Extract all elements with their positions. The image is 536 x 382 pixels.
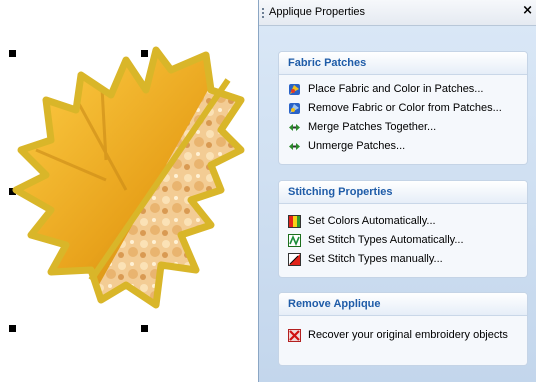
set-stitch-manual-label: Set Stitch Types manually... <box>308 253 443 265</box>
stitch-auto-icon <box>288 234 301 247</box>
color-patch-remove-icon <box>289 103 300 114</box>
set-colors-label: Set Colors Automatically... <box>308 215 436 227</box>
remove-fabric-button[interactable]: Remove Fabric or Color from Patches... <box>288 101 502 117</box>
close-icon[interactable]: × <box>522 3 533 18</box>
set-stitch-auto-button[interactable]: Set Stitch Types Automatically... <box>288 233 464 249</box>
stitch-manual-icon <box>288 253 301 266</box>
unmerge-arrows-icon <box>289 143 300 150</box>
group-title: Remove Applique <box>288 298 381 310</box>
place-fabric-label: Place Fabric and Color in Patches... <box>308 83 484 95</box>
place-fabric-button[interactable]: Place Fabric and Color in Patches... <box>288 82 483 98</box>
group-title: Fabric Patches <box>288 57 367 69</box>
recover-objects-label: Recover your original embroidery objects <box>308 329 508 341</box>
leaf-applique-image[interactable] <box>6 40 256 330</box>
recover-objects-button[interactable]: Recover your original embroidery objects <box>288 328 508 344</box>
drag-grip-icon[interactable] <box>262 8 264 20</box>
group-fabric-patches: Fabric Patches Place Fabric and Color in… <box>279 52 527 164</box>
merge-patches-button[interactable]: Merge Patches Together... <box>288 120 436 136</box>
merge-patches-label: Merge Patches Together... <box>308 121 437 133</box>
set-stitch-manual-button[interactable]: Set Stitch Types manually... <box>288 252 443 268</box>
set-stitch-auto-label: Set Stitch Types Automatically... <box>308 234 464 246</box>
design-canvas[interactable] <box>0 0 258 382</box>
panel-title: Applique Properties <box>269 6 366 18</box>
merge-arrows-icon <box>289 124 300 131</box>
color-patch-icon <box>289 84 300 95</box>
panel-titlebar[interactable]: Applique Properties × <box>259 0 536 26</box>
group-stitching-properties: Stitching Properties Set Colors Automati… <box>279 181 527 277</box>
unmerge-patches-button[interactable]: Unmerge Patches... <box>288 139 405 155</box>
set-colors-button[interactable]: Set Colors Automatically... <box>288 214 436 230</box>
unmerge-patches-label: Unmerge Patches... <box>308 140 406 152</box>
remove-x-icon <box>288 329 301 342</box>
color-bars-icon <box>288 215 301 228</box>
group-remove-applique: Remove Applique Recover your original em… <box>279 293 527 365</box>
applique-properties-panel: Applique Properties × Fabric Patches Pla… <box>258 0 536 382</box>
group-title: Stitching Properties <box>288 186 393 198</box>
remove-fabric-label: Remove Fabric or Color from Patches... <box>308 102 502 114</box>
